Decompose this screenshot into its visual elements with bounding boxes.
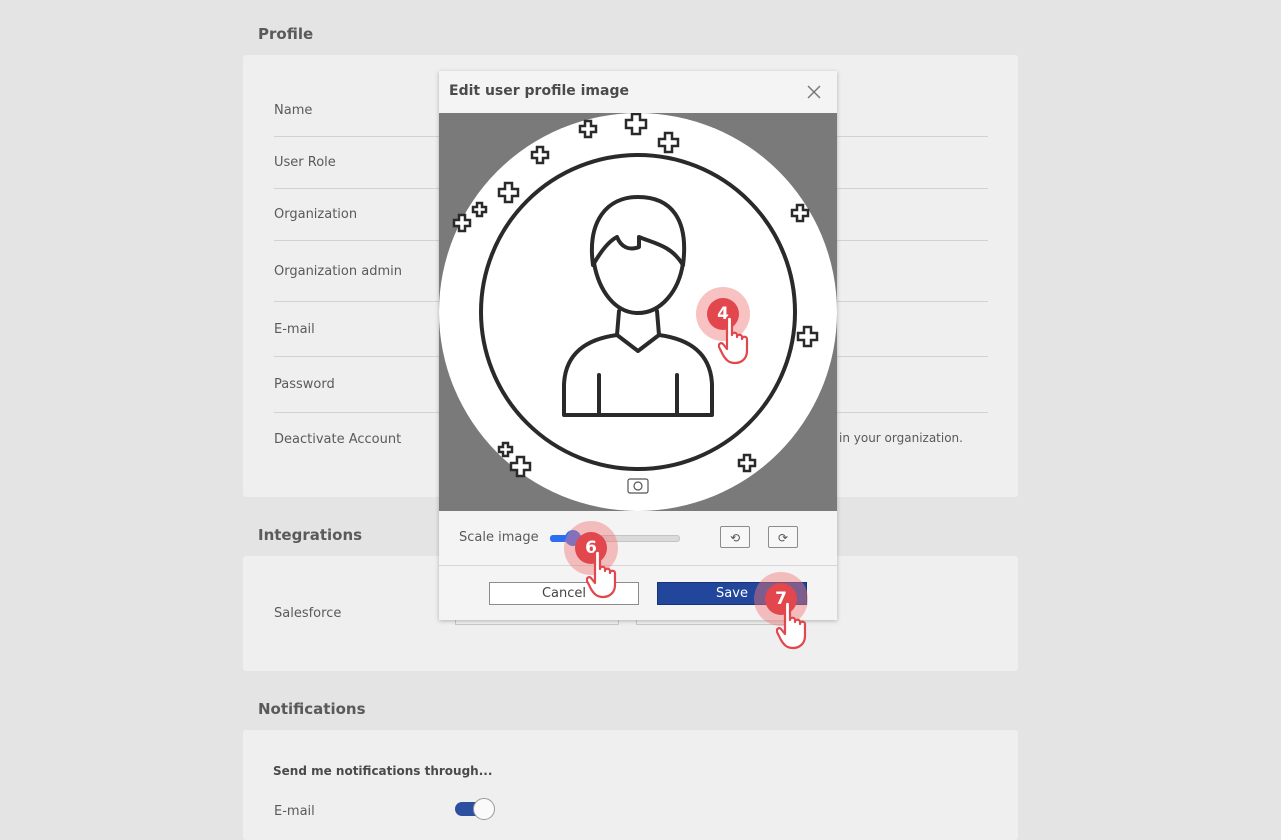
rotate-left-button[interactable]: ⟲ — [720, 526, 750, 548]
pointer-hand-icon — [776, 600, 807, 650]
profile-section-title: Profile — [258, 25, 314, 43]
modal-title: Edit user profile image — [449, 83, 629, 99]
step-marker-7: 7 — [754, 572, 824, 662]
step-marker-4: 4 — [696, 287, 766, 377]
row-label: User Role — [274, 155, 336, 170]
notifications-section-title: Notifications — [258, 700, 366, 718]
row-label: Name — [274, 103, 313, 118]
pointer-hand-icon — [586, 549, 617, 599]
close-icon[interactable] — [805, 83, 823, 101]
pointer-hand-icon — [718, 315, 749, 365]
notifications-subtitle: Send me notifications through... — [273, 764, 493, 778]
integrations-section-title: Integrations — [258, 526, 363, 544]
rotate-cw-icon: ⟳ — [777, 531, 789, 545]
email-notification-label: E-mail — [274, 804, 315, 819]
modal-footer-divider — [439, 565, 837, 566]
row-label: Deactivate Account — [274, 432, 402, 447]
step-marker-6: 6 — [564, 521, 634, 611]
rotate-ccw-icon: ⟲ — [729, 531, 741, 545]
salesforce-label: Salesforce — [274, 606, 342, 621]
toggle-knob — [473, 798, 495, 820]
image-crop-canvas[interactable] — [439, 113, 837, 511]
scale-image-label: Scale image — [459, 530, 539, 545]
row-label: Organization — [274, 207, 358, 222]
profile-image-preview — [439, 113, 837, 511]
row-label: Organization admin — [274, 264, 402, 279]
edit-profile-image-modal: Edit user profile image Scale image ⟲ ⟳ … — [439, 71, 837, 620]
email-notification-toggle[interactable] — [455, 798, 495, 820]
row-label: E-mail — [274, 322, 315, 337]
modal-header: Edit user profile image — [439, 71, 837, 114]
deactivate-note: in your organization. — [839, 431, 963, 445]
camera-icon — [627, 478, 649, 494]
rotate-right-button[interactable]: ⟳ — [768, 526, 798, 548]
row-label: Password — [274, 377, 335, 392]
notifications-card: Send me notifications through... E-mail — [243, 730, 1018, 840]
